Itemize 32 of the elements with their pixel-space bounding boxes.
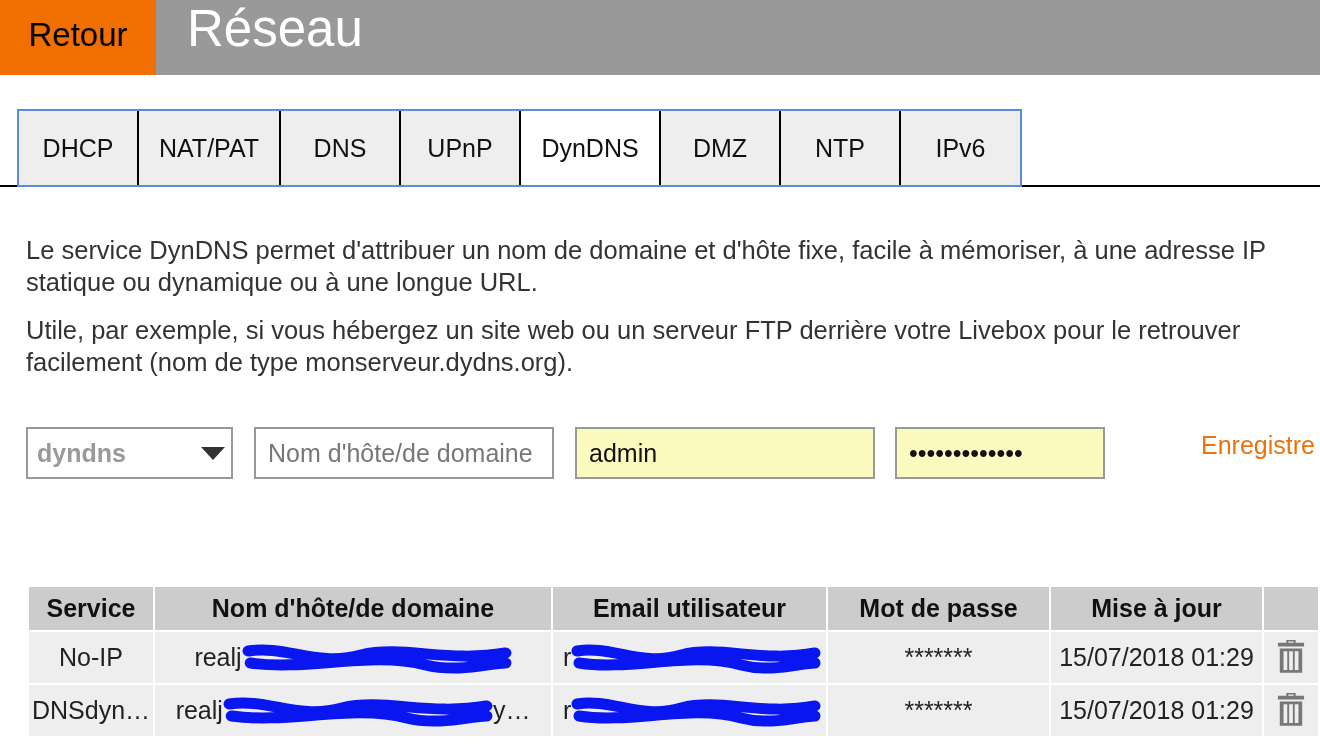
column-header: Nom d'hôte/de domaine bbox=[155, 587, 551, 630]
tab[interactable]: IPv6 bbox=[899, 111, 1020, 185]
caret-icon bbox=[201, 446, 225, 460]
cell-text: realj bbox=[175, 696, 223, 725]
description-text: Le service DynDNS permet d'attribuer un nom de domaine et d'hôte fixe, facile à mémoriser, à une adresse IP statique ou dynamique ou à une longue URL. bbox=[26, 235, 1267, 298]
table-cell: 15/07/2018 01:29 bbox=[1051, 632, 1262, 683]
tab[interactable]: NAT/PAT bbox=[137, 111, 279, 185]
cell-text: y… bbox=[492, 696, 531, 725]
column-header: Mot de passe bbox=[828, 587, 1049, 630]
table-cell: ******* bbox=[828, 632, 1049, 683]
tab[interactable]: DNS bbox=[279, 111, 399, 185]
table-cell: ******* bbox=[828, 685, 1049, 736]
username-field[interactable]: admin bbox=[575, 427, 875, 479]
column-header: Email utilisateur bbox=[553, 587, 826, 630]
description-text: Utile, par exemple, si vous hébergez un site web ou un serveur FTP derrière votre Livebox pour le retrouver facilement (nom de type monserveur.dydns.org). bbox=[26, 315, 1242, 378]
page-title: Réseau bbox=[186, 0, 363, 59]
tab[interactable]: DHCP bbox=[19, 111, 137, 185]
tab[interactable]: DMZ bbox=[659, 111, 779, 185]
cell-text: r bbox=[563, 696, 572, 725]
column-header: Service bbox=[29, 587, 153, 630]
cell-text: r bbox=[563, 643, 572, 672]
table-cell: DNSdyn… bbox=[29, 685, 153, 736]
cell-text: realj bbox=[194, 643, 242, 672]
back-button[interactable]: Retour bbox=[0, 0, 156, 75]
column-header bbox=[1264, 587, 1318, 630]
column-header: Mise à jour bbox=[1051, 587, 1262, 630]
tab[interactable]: NTP bbox=[779, 111, 899, 185]
hostname-field[interactable]: Nom d'hôte/de domaine bbox=[254, 427, 554, 479]
tab[interactable]: UPnP bbox=[399, 111, 519, 185]
table-cell: No-IP bbox=[29, 632, 153, 683]
password-field[interactable]: ••••••••••••• bbox=[895, 427, 1105, 479]
table-cell: 15/07/2018 01:29 bbox=[1051, 685, 1262, 736]
